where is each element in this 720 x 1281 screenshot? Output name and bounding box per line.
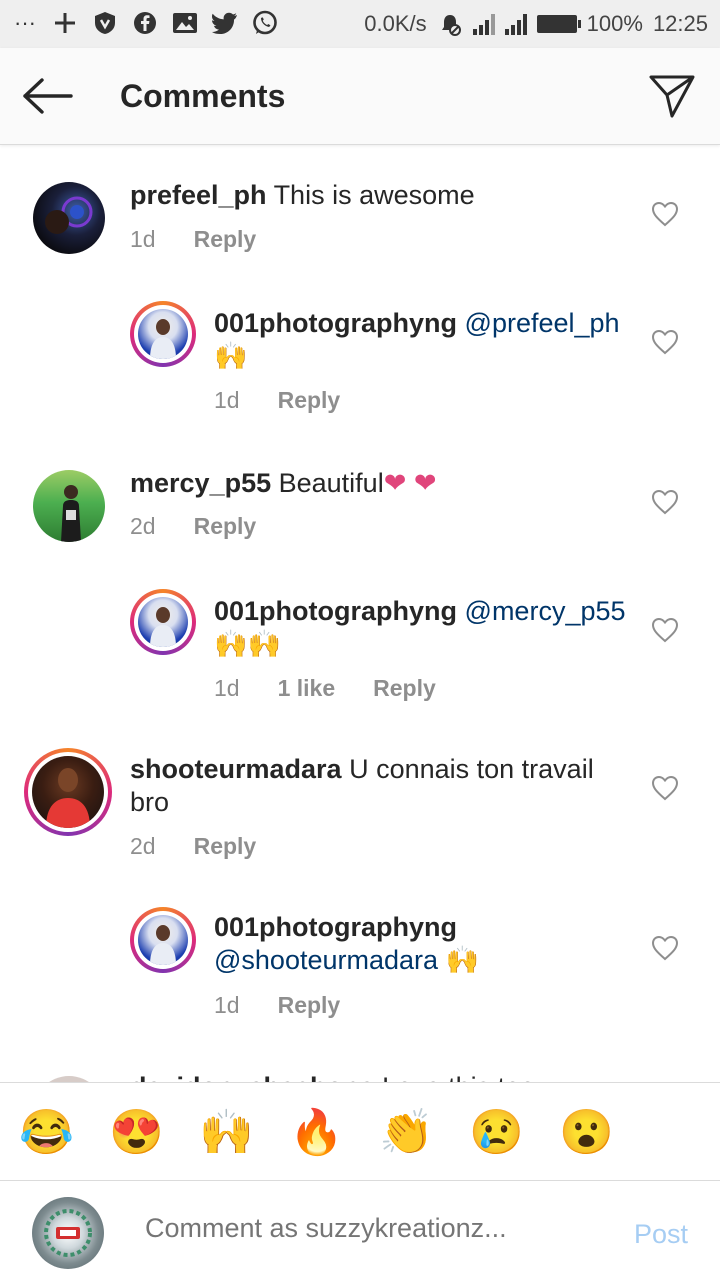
reply-button[interactable]: Reply [278,992,341,1019]
silent-alarm-icon [437,11,463,37]
reply-button[interactable]: Reply [373,675,436,702]
reply-meta: 1d Reply [214,387,378,414]
facebook-icon [132,10,158,36]
comment-item: shooteurmadara U connais ton travail bro… [0,731,720,891]
avatar[interactable] [24,748,112,836]
status-bar: ··· 0.0K/s 100% 12:25 [0,0,720,48]
like-heart-icon[interactable] [651,200,679,228]
comment-composer: Post [0,1180,720,1281]
reply-button[interactable]: Reply [278,387,341,414]
reply-age: 1d [214,387,240,413]
like-heart-icon[interactable] [651,488,679,516]
twitter-icon [212,10,238,36]
reply-age: 1d [214,992,240,1018]
likes-count[interactable]: 1 like [278,675,336,702]
comment-item: mercy_p55 Beautiful❤ ❤ 2d Reply [0,433,720,573]
comment-text: shooteurmadara U connais ton travail bro [130,753,610,819]
reply-meta: 1d Reply [214,992,378,1019]
avatar[interactable] [130,589,196,655]
avatar[interactable] [33,182,105,254]
emoji-tears-of-joy-button[interactable]: 😂 [19,1107,74,1159]
reply-username[interactable]: 001photographyng [214,596,457,626]
comment-age: 1d [130,226,156,252]
reply-button[interactable]: Reply [194,513,257,540]
like-heart-icon[interactable] [651,934,679,962]
emoji-raised-hands-button[interactable]: 🙌 [199,1107,254,1159]
system-status: 0.0K/s 100% 12:25 [364,11,708,37]
signal-2-icon [504,13,527,35]
battery-icon [536,15,581,33]
reply-button[interactable]: Reply [194,226,257,253]
emoji-surprised-button[interactable]: 😮 [559,1107,614,1159]
reply-text: 001photographyng @mercy_p55 🙌🙌 [214,595,634,661]
comment-meta: 1d Reply [130,226,294,253]
avatar[interactable] [130,907,196,973]
comment-list[interactable]: prefeel_ph This is awesome 1d Reply 001p… [0,145,720,1082]
battery-percent: 100% [586,11,643,36]
reply-mention[interactable]: @mercy_p55 [465,596,626,626]
plus-icon [52,10,78,36]
emoji-clapping-button[interactable]: 👏 [379,1107,434,1159]
comment-username[interactable]: mercy_p55 [130,468,271,498]
share-button[interactable] [648,72,696,120]
comment-body: Beautiful [278,468,384,498]
vpn-shield-icon [92,10,118,36]
emoji-quick-bar: 😂 😍 🙌 🔥 👏 😢 😮 [0,1082,720,1181]
comment-meta: 2d Reply [130,833,294,860]
comment-text: prefeel_ph This is awesome [130,179,620,212]
avatar[interactable] [130,301,196,367]
reply-emoji: 🙌 [214,341,248,371]
reply-emoji: 🙌🙌 [214,629,282,659]
emoji-heart-eyes-button[interactable]: 😍 [109,1107,164,1159]
whatsapp-icon [252,10,278,36]
notification-icons: ··· [12,10,278,36]
page-title: Comments [120,78,286,114]
reply-button[interactable]: Reply [194,833,257,860]
avatar[interactable] [33,470,105,542]
comment-text: davidonyebachona Love this too [130,1071,620,1082]
comment-username[interactable]: prefeel_ph [130,180,267,210]
reply-age: 1d [214,675,240,701]
back-button[interactable] [22,76,74,116]
comment-username[interactable]: shooteurmadara [130,754,342,784]
reply-meta: 1d 1 like Reply [214,675,474,702]
like-heart-icon[interactable] [651,616,679,644]
current-user-avatar [32,1197,104,1269]
reply-item: 001photographyng @shooteurmadara 🙌 1d Re… [0,891,720,1051]
top-app-bar: Comments [0,48,720,145]
comment-meta: 2d Reply [130,513,294,540]
reply-emoji: 🙌 [445,945,480,975]
emoji-crying-button[interactable]: 😢 [469,1107,524,1159]
paper-plane-icon [649,75,695,118]
arrow-left-icon [23,78,73,114]
comment-age: 2d [130,513,156,539]
comment-age: 2d [130,833,156,859]
comment-body: Love this too [382,1072,535,1082]
reply-mention[interactable]: @shooteurmadara [214,945,438,975]
more-icon: ··· [14,10,36,35]
reply-mention[interactable]: @prefeel_ph [465,308,620,338]
reply-item: 001photographyng @mercy_p55 🙌🙌 1d 1 like… [0,573,720,731]
gallery-icon [172,10,198,36]
signal-icon [472,13,495,35]
comment-item: davidonyebachona Love this too [0,1051,720,1082]
comment-username[interactable]: davidonyebachona [130,1072,375,1082]
reply-item: 001photographyng @prefeel_ph 🙌 1d Reply [0,285,720,433]
comment-emoji: ❤ ❤ [383,468,437,498]
reply-text: 001photographyng @shooteurmadara 🙌 [214,911,634,977]
emoji-fire-button[interactable]: 🔥 [289,1107,344,1159]
comment-text: mercy_p55 Beautiful❤ ❤ [130,467,620,500]
reply-username[interactable]: 001photographyng [214,912,457,942]
comment-body: This is awesome [273,180,475,210]
like-heart-icon[interactable] [651,328,679,356]
reply-username[interactable]: 001photographyng [214,308,457,338]
comment-item: prefeel_ph This is awesome 1d Reply [0,145,720,285]
comment-input[interactable] [145,1213,605,1244]
net-speed: 0.0K/s [364,11,427,36]
reply-text: 001photographyng @prefeel_ph 🙌 [214,307,624,373]
clock: 12:25 [652,11,708,36]
like-heart-icon[interactable] [651,774,679,802]
post-button[interactable]: Post [634,1219,688,1250]
